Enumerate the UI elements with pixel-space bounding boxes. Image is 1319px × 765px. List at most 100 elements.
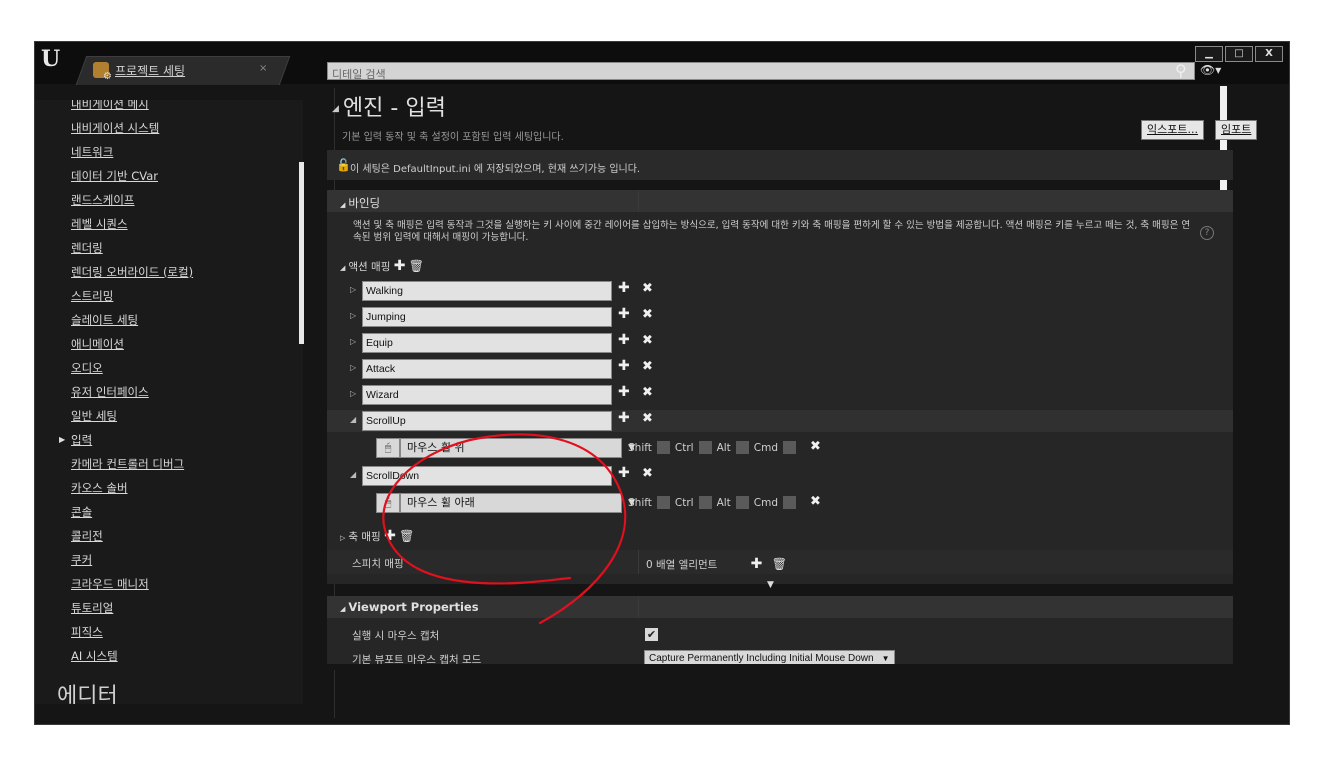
minimize-button[interactable]: ▁ — [1195, 46, 1223, 62]
add-key-icon[interactable]: ✚ — [618, 410, 630, 426]
add-axis-icon[interactable]: ✚ — [384, 528, 396, 544]
action-name-field[interactable]: ScrollDown — [362, 466, 612, 486]
sidebar-item[interactable]: AI 시스템 — [71, 648, 118, 664]
expand-triangle-icon[interactable]: ▷ — [350, 363, 356, 372]
collapse-triangle-icon: ◢ — [340, 201, 346, 209]
sidebar-item[interactable]: 쿠커 — [71, 552, 92, 568]
remove-icon[interactable]: ✖ — [642, 385, 653, 400]
add-key-icon[interactable]: ✚ — [618, 306, 630, 322]
sidebar-item[interactable]: 랜드스케이프 — [71, 192, 134, 208]
add-key-icon[interactable]: ✚ — [618, 332, 630, 348]
shift-checkbox[interactable] — [656, 496, 670, 509]
alt-checkbox[interactable] — [735, 496, 749, 509]
mouse-icon[interactable]: 🖱 — [376, 438, 400, 458]
sidebar-item[interactable]: 콘솔 — [71, 504, 92, 520]
action-name-field[interactable]: Walking — [362, 281, 612, 301]
cmd-checkbox[interactable] — [783, 496, 797, 509]
sidebar-item[interactable]: 내비게이션 메시 — [71, 100, 149, 112]
remove-key-icon[interactable]: ✖ — [810, 439, 821, 454]
sidebar-item[interactable]: 유저 인터페이스 — [71, 384, 149, 400]
mouse-icon[interactable]: 🖱 — [376, 493, 400, 513]
collapse-triangle-icon[interactable]: ◢ — [350, 415, 356, 424]
expand-triangle-icon[interactable]: ▷ — [350, 337, 356, 346]
trash-icon[interactable]: 🗑 — [409, 259, 424, 273]
sidebar-item[interactable]: 콜리전 — [71, 528, 103, 544]
bindings-header-row[interactable] — [327, 190, 1233, 212]
axis-mappings-header[interactable]: ▷ 축 매핑 ✚ 🗑 — [340, 528, 414, 544]
key-select[interactable]: 마우스 휠 아래 — [400, 493, 635, 513]
page-description: 기본 입력 동작 및 축 설정이 포함된 입력 세팅입니다. — [342, 132, 564, 143]
tab-project-settings[interactable]: 프로젝트 세팅 — [93, 58, 185, 82]
expand-triangle-icon[interactable]: ▷ — [350, 389, 356, 398]
sidebar-item[interactable]: 카메라 컨트롤러 디버그 — [71, 456, 184, 472]
help-icon[interactable]: ? — [1200, 226, 1214, 240]
import-button[interactable]: 임포트 — [1215, 120, 1258, 140]
sidebar-item[interactable]: 애니메이션 — [71, 336, 124, 352]
sidebar-item[interactable]: 크라우드 매니저 — [71, 576, 149, 592]
remove-key-icon[interactable]: ✖ — [810, 494, 821, 509]
advanced-expand-icon[interactable]: ▼ — [767, 580, 774, 590]
add-key-icon[interactable]: ✚ — [618, 358, 630, 374]
close-button[interactable]: X — [1255, 46, 1283, 62]
sidebar-item[interactable]: 카오스 솔버 — [71, 480, 128, 496]
sidebar-item[interactable]: 오디오 — [71, 360, 103, 376]
sidebar-scrollbar[interactable] — [299, 162, 304, 344]
sidebar-item[interactable]: 스트리밍 — [71, 288, 113, 304]
capture-mouse-checkbox[interactable]: ✔ — [645, 628, 658, 641]
sidebar-item[interactable]: 일반 세팅 — [71, 408, 117, 424]
tab-close-icon[interactable]: × — [259, 63, 267, 74]
action-mappings-header[interactable]: ◢ 액션 매핑 ✚ 🗑 — [340, 258, 424, 274]
remove-icon[interactable]: ✖ — [642, 466, 653, 481]
viewport-header[interactable]: ◢ Viewport Properties — [340, 600, 479, 614]
sidebar-section-editor[interactable]: 에디터 — [57, 678, 118, 704]
alt-checkbox[interactable] — [735, 441, 749, 454]
bindings-header[interactable]: ◢ 바인딩 — [340, 195, 380, 211]
ctrl-checkbox[interactable] — [698, 441, 712, 454]
sidebar-item[interactable]: 데이터 기반 CVar — [71, 168, 158, 184]
sidebar-item[interactable]: 렌더링 — [71, 240, 103, 256]
sidebar-item[interactable]: 네트워크 — [71, 144, 113, 160]
add-key-icon[interactable]: ✚ — [618, 384, 630, 400]
action-name-field[interactable]: Wizard — [362, 385, 612, 405]
ctrl-checkbox[interactable] — [698, 496, 712, 509]
settings-sidebar: 내비게이션 메시내비게이션 시스템네트워크데이터 기반 CVar 랜드스케이프레벨… — [35, 100, 303, 704]
add-key-icon[interactable]: ✚ — [618, 465, 630, 481]
maximize-button[interactable]: □ — [1225, 46, 1253, 62]
expand-triangle-icon[interactable]: ▷ — [350, 311, 356, 320]
search-input[interactable] — [328, 67, 1166, 83]
action-name-field[interactable]: Equip — [362, 333, 612, 353]
action-name-field[interactable]: ScrollUp — [362, 411, 612, 431]
shift-checkbox[interactable] — [656, 441, 670, 454]
remove-icon[interactable]: ✖ — [642, 333, 653, 348]
sidebar-item[interactable]: 레벨 시퀀스 — [71, 216, 128, 232]
trash-icon[interactable]: 🗑 — [399, 529, 414, 543]
alt-label: Alt — [716, 496, 731, 509]
trash-icon[interactable]: 🗑 — [772, 557, 787, 571]
sidebar-item[interactable]: 슬레이트 세팅 — [71, 312, 138, 328]
collapse-triangle-icon[interactable]: ◢ — [332, 104, 339, 114]
add-speech-icon[interactable]: ✚ — [751, 556, 763, 572]
search-icon[interactable]: ⚲ — [1175, 61, 1187, 80]
remove-icon[interactable]: ✖ — [642, 281, 653, 296]
sidebar-item[interactable]: 튜토리얼 — [71, 600, 113, 616]
eye-icon[interactable]: 👁▾ — [1200, 63, 1221, 77]
sidebar-item[interactable]: 입력 — [71, 432, 92, 448]
page-title: ◢ 엔진 - 입력 — [332, 96, 446, 121]
project-settings-icon — [93, 62, 112, 82]
action-name-field[interactable]: Attack — [362, 359, 612, 379]
remove-icon[interactable]: ✖ — [642, 411, 653, 426]
remove-icon[interactable]: ✖ — [642, 359, 653, 374]
expand-triangle-icon[interactable]: ▷ — [350, 285, 356, 294]
add-action-icon[interactable]: ✚ — [394, 258, 406, 274]
sidebar-item[interactable]: 렌더링 오버라이드 (로컬) — [71, 264, 193, 280]
cmd-checkbox[interactable] — [783, 441, 797, 454]
export-button[interactable]: 익스포트... — [1141, 120, 1204, 140]
key-select[interactable]: 마우스 휠 위 — [400, 438, 635, 458]
search-box — [327, 62, 1195, 83]
collapse-triangle-icon[interactable]: ◢ — [350, 470, 356, 479]
remove-icon[interactable]: ✖ — [642, 307, 653, 322]
action-name-field[interactable]: Jumping — [362, 307, 612, 327]
add-key-icon[interactable]: ✚ — [618, 280, 630, 296]
sidebar-item[interactable]: 피직스 — [71, 624, 103, 640]
sidebar-item[interactable]: 내비게이션 시스템 — [71, 120, 159, 136]
